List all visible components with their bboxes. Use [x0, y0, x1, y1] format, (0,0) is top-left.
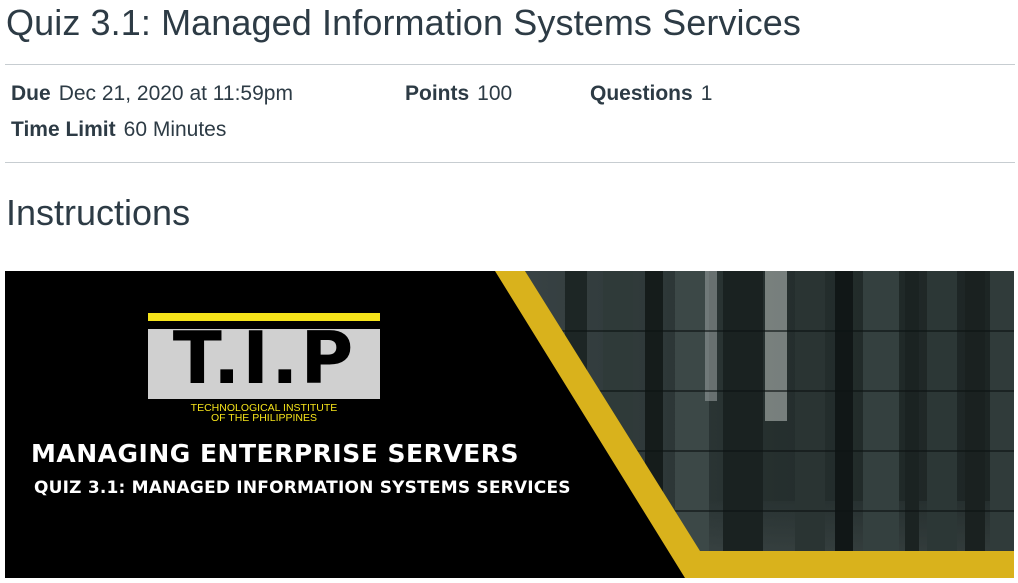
- due-date: Due Dec 21, 2020 at 11:59pm: [11, 82, 293, 106]
- page-title: Quiz 3.1: Managed Information Systems Se…: [6, 2, 801, 43]
- divider-bottom: [5, 162, 1015, 163]
- divider-top: [5, 64, 1015, 65]
- due-label: Due: [11, 82, 51, 105]
- questions: Questions 1: [590, 82, 712, 106]
- banner-subtitle: QUIZ 3.1: MANAGED INFORMATION SYSTEMS SE…: [34, 478, 571, 498]
- logo-letters: T.I.P: [172, 316, 356, 400]
- logo-caption: TECHNOLOGICAL INSTITUTE OF THE PHILIPPIN…: [148, 403, 380, 424]
- quiz-page: Quiz 3.1: Managed Information Systems Se…: [0, 0, 1018, 583]
- instructions-banner-image: T.I.P TECHNOLOGICAL INSTITUTE OF THE PHI…: [5, 271, 1014, 578]
- points-value: 100: [477, 82, 513, 105]
- questions-label: Questions: [590, 82, 693, 105]
- tip-logo: T.I.P TECHNOLOGICAL INSTITUTE OF THE PHI…: [148, 313, 380, 424]
- time-limit-label: Time Limit: [11, 118, 116, 141]
- points: Points 100: [405, 82, 512, 106]
- questions-value: 1: [700, 82, 713, 105]
- logo-caption-line-2: OF THE PHILIPPINES: [211, 412, 317, 424]
- time-limit: Time Limit 60 Minutes: [11, 118, 226, 142]
- due-value: Dec 21, 2020 at 11:59pm: [58, 82, 293, 105]
- instructions-heading: Instructions: [6, 192, 191, 233]
- banner-title: MANAGING ENTERPRISE SERVERS: [31, 439, 520, 468]
- points-label: Points: [405, 82, 470, 105]
- time-limit-value: 60 Minutes: [123, 118, 227, 141]
